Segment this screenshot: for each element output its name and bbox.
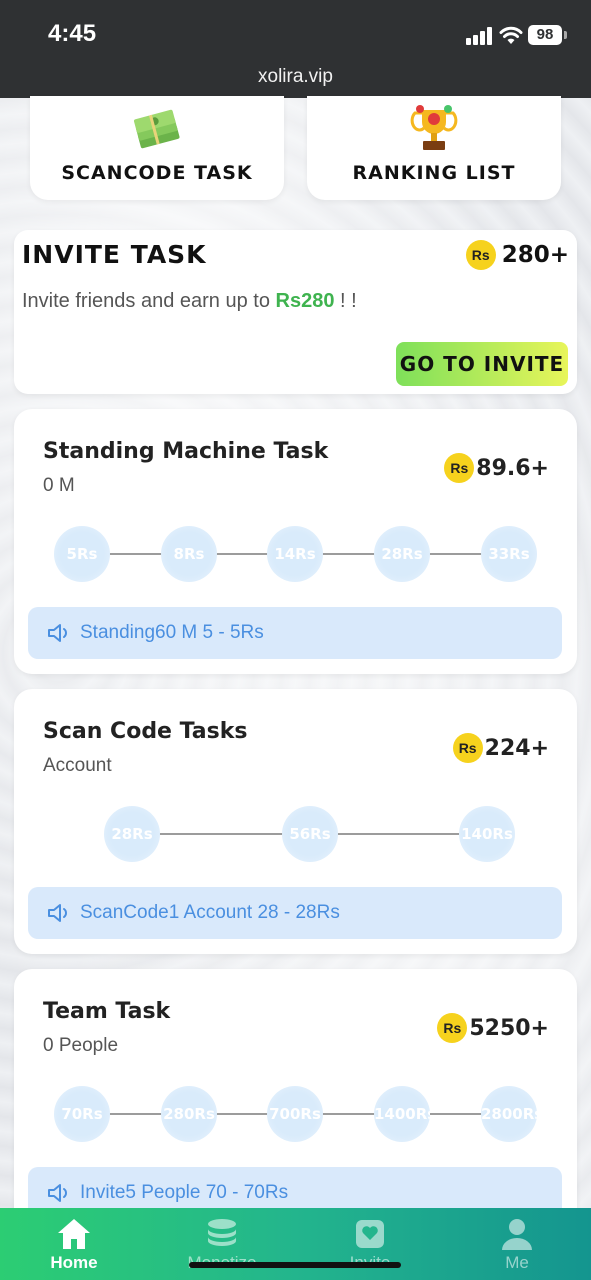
team-task-card: Team Task 0 People Rs 5250+ 70Rs 280Rs 7… (14, 969, 577, 1234)
rupee-coin-icon: Rs (437, 1013, 468, 1043)
speaker-icon (48, 904, 67, 922)
battery-icon: 98 (528, 25, 567, 45)
task-reward: Rs 89.6+ (444, 453, 549, 483)
task-notice: ScanCode1 Account 28 - 28Rs (28, 887, 562, 939)
invite-task-card: INVITE TASK Rs 280+ Invite friends and e… (14, 230, 577, 394)
trophy-icon (410, 105, 458, 150)
wifi-icon (499, 26, 523, 44)
cellular-signal-icon (466, 27, 494, 45)
home-icon (58, 1219, 90, 1249)
progress-step: 28Rs (374, 526, 430, 582)
invite-task-title: INVITE TASK (22, 240, 207, 269)
task-reward: Rs 5250+ (437, 1013, 549, 1043)
invite-desc-amount: Rs280 (275, 290, 335, 312)
task-title: Standing Machine Task (43, 439, 329, 464)
task-progress-steps: 28Rs 56Rs 140Rs (54, 806, 537, 862)
speaker-icon (48, 624, 67, 642)
invite-icon (356, 1220, 384, 1248)
invite-desc-suffix: ! ! (334, 290, 357, 312)
ranking-list-card[interactable]: RANKING LIST (307, 96, 561, 200)
progress-step: 70Rs (54, 1086, 110, 1142)
progress-step: 5Rs (54, 526, 110, 582)
scan-code-tasks-card: Scan Code Tasks Account Rs 224+ 28Rs 56R… (14, 689, 577, 954)
go-to-invite-button[interactable]: GO TO INVITE (396, 342, 568, 386)
task-progress-steps: 70Rs 280Rs 700Rs 1400Rs 2800Rs (54, 1086, 537, 1142)
scancode-task-card[interactable]: SCANCODE TASK (30, 96, 284, 200)
progress-step: 8Rs (161, 526, 217, 582)
rupee-coin-icon: Rs (465, 240, 496, 270)
task-subtitle: 0 People (43, 1035, 119, 1056)
nav-home-label: Home (50, 1253, 98, 1272)
status-bar: 4:45 98 xolira.vip (0, 0, 591, 98)
nav-home[interactable]: Home (0, 1208, 148, 1280)
task-subtitle: 0 M (43, 475, 75, 496)
task-notice-text: Invite5 People 70 - 70Rs (80, 1182, 289, 1203)
progress-step: 140Rs (459, 806, 515, 862)
invite-reward-amount: 280+ (501, 242, 569, 268)
task-reward-amount: 89.6+ (476, 455, 549, 481)
task-progress-steps: 5Rs 8Rs 14Rs 28Rs 33Rs (54, 526, 537, 582)
task-title: Scan Code Tasks (43, 719, 248, 744)
progress-step: 280Rs (161, 1086, 217, 1142)
clock: 4:45 (48, 20, 97, 47)
nav-monetize[interactable]: Monetize (148, 1208, 296, 1280)
task-subtitle: Account (43, 755, 112, 776)
task-reward-amount: 5250+ (469, 1015, 549, 1041)
progress-step: 2800Rs (481, 1086, 537, 1142)
speaker-icon (48, 1184, 67, 1202)
bottom-nav: Home Monetize Invite Me (0, 1208, 591, 1280)
task-notice-text: Standing60 M 5 - 5Rs (80, 622, 264, 643)
coins-icon (208, 1219, 236, 1246)
progress-step: 33Rs (481, 526, 537, 582)
invite-desc-text: Invite friends and earn up to (22, 290, 276, 312)
person-icon (502, 1219, 532, 1250)
money-stack-icon (133, 109, 180, 149)
home-indicator (189, 1262, 401, 1268)
task-notice-text: ScanCode1 Account 28 - 28Rs (80, 902, 340, 923)
scancode-task-label: SCANCODE TASK (61, 162, 253, 184)
nav-me-label: Me (505, 1253, 529, 1272)
rupee-coin-icon: Rs (452, 733, 483, 763)
nav-me[interactable]: Me (443, 1208, 591, 1280)
progress-step: 56Rs (282, 806, 338, 862)
invite-reward: Rs 280+ (465, 240, 569, 270)
task-reward: Rs 224+ (452, 733, 549, 763)
task-notice: Standing60 M 5 - 5Rs (28, 607, 562, 659)
progress-step: 700Rs (267, 1086, 323, 1142)
standing-machine-task-card: Standing Machine Task 0 M Rs 89.6+ 5Rs 8… (14, 409, 577, 674)
task-title: Team Task (43, 999, 171, 1024)
progress-step: 14Rs (267, 526, 323, 582)
ranking-list-label: RANKING LIST (352, 162, 516, 184)
url-bar[interactable]: xolira.vip (0, 66, 591, 88)
invite-description: Invite friends and earn up to Rs280 ! ! (22, 290, 357, 313)
task-reward-amount: 224+ (484, 735, 549, 761)
nav-invite[interactable]: Invite (296, 1208, 444, 1280)
rupee-coin-icon: Rs (444, 453, 475, 483)
progress-step: 1400Rs (374, 1086, 430, 1142)
progress-step: 28Rs (104, 806, 160, 862)
